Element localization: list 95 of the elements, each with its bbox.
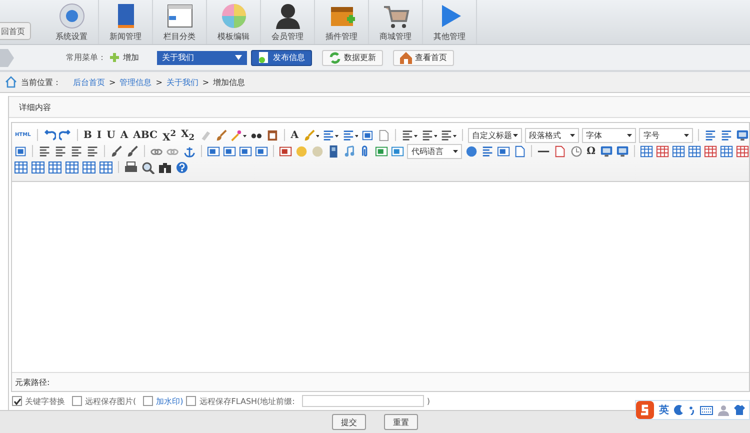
breadcrumb-link[interactable]: 关于我们 xyxy=(166,76,198,88)
caret-icon xyxy=(453,150,458,152)
nav-item[interactable]: 插件管理 xyxy=(315,0,369,44)
checkbox[interactable] xyxy=(186,396,196,406)
format-button[interactable]: ABC xyxy=(132,128,158,142)
format-button[interactable]: A xyxy=(290,128,300,142)
option-label: 远程保存FLASH(地址前缀: xyxy=(199,396,295,406)
table-icon[interactable] xyxy=(31,160,45,174)
option-label: 远程保存图片( xyxy=(85,396,136,406)
format-button[interactable]: A xyxy=(119,128,130,142)
toolbar-dropdown[interactable]: 代码语言 xyxy=(407,144,462,158)
caret-icon xyxy=(684,134,690,136)
ordered-list-icon[interactable] xyxy=(322,128,339,142)
preview-icon[interactable] xyxy=(141,160,155,174)
nav-item[interactable]: 新闻管理 xyxy=(99,0,153,44)
punctuation-icon[interactable] xyxy=(689,406,695,414)
view-home-button[interactable]: 查看首页 xyxy=(393,50,454,66)
arrow-tab-icon xyxy=(0,48,14,66)
shirt-icon[interactable] xyxy=(734,405,745,415)
breadcrumb-separator: > xyxy=(202,78,210,86)
undo-icon[interactable] xyxy=(42,128,56,142)
document-icon xyxy=(258,52,270,64)
breadcrumb-label: 当前位置： xyxy=(21,76,61,88)
element-path-label: 元素路径: xyxy=(15,376,50,388)
panel-title: 详细内容 xyxy=(19,102,51,112)
nav-item[interactable]: 会员管理 xyxy=(261,0,315,44)
wand-icon[interactable] xyxy=(230,128,248,142)
table-icon[interactable] xyxy=(48,160,62,174)
checkbox[interactable] xyxy=(12,396,22,406)
menu-select[interactable]: 关于我们 xyxy=(157,50,247,64)
reset-button[interactable]: 重置 xyxy=(384,414,418,430)
table-icon[interactable] xyxy=(14,160,28,174)
keyboard-icon[interactable] xyxy=(700,406,713,414)
toolbar-dropdown[interactable]: 字号 xyxy=(639,128,694,142)
nav-item[interactable]: 其他管理 xyxy=(423,0,477,44)
caret-icon xyxy=(235,55,242,60)
redo-icon[interactable] xyxy=(58,128,72,142)
option-label: 关键字替换 xyxy=(25,396,65,406)
format-button[interactable]: X$_{2}$ xyxy=(180,128,196,142)
clock-icon[interactable] xyxy=(570,144,583,158)
anchor-icon[interactable] xyxy=(182,144,196,158)
toolbar-dropdown[interactable]: 自定义标题 xyxy=(468,128,522,142)
breadcrumb-current: 增加信息 xyxy=(213,76,246,88)
print-icon[interactable] xyxy=(124,160,138,174)
table-icon[interactable] xyxy=(82,160,96,174)
ime-logo-icon[interactable] xyxy=(636,401,654,419)
home-icon xyxy=(5,76,17,88)
table-icon[interactable] xyxy=(65,160,79,174)
table-icon[interactable] xyxy=(99,160,113,174)
nav-item[interactable]: 模板编辑 xyxy=(207,0,261,44)
ime-language-toggle[interactable]: 英 xyxy=(659,403,669,417)
caret-icon xyxy=(513,134,518,136)
breadcrumb-link[interactable]: 管理信息 xyxy=(120,76,152,88)
toolbar-dropdown[interactable]: 段落格式 xyxy=(525,128,580,142)
nav-item[interactable]: 系统设置 xyxy=(45,0,99,44)
format-button[interactable]: U xyxy=(106,128,116,142)
checkbox[interactable] xyxy=(72,396,82,406)
add-link[interactable]: 增加 xyxy=(123,52,139,63)
toolbar-dropdown[interactable]: 字体 xyxy=(582,128,636,142)
caret-icon xyxy=(570,134,576,136)
house-icon xyxy=(400,52,412,64)
align-center-icon[interactable] xyxy=(54,144,68,158)
option-label: ) xyxy=(426,396,430,406)
nav-item[interactable]: 商城管理 xyxy=(369,0,423,44)
refresh-icon xyxy=(329,52,341,64)
option-link[interactable]: 加水印) xyxy=(156,396,184,406)
format-button[interactable]: X$^{2}$ xyxy=(161,128,178,142)
binoculars-icon[interactable] xyxy=(158,160,172,174)
format-button[interactable]: I xyxy=(96,128,103,142)
update-button[interactable]: 数据更新 xyxy=(322,50,383,66)
justify-icon[interactable] xyxy=(86,144,100,158)
nav-item[interactable]: 栏目分类 xyxy=(153,0,207,44)
checkbox[interactable] xyxy=(143,396,154,406)
align-right-icon[interactable] xyxy=(70,144,84,158)
monitor-icon[interactable] xyxy=(736,128,750,142)
caret-icon xyxy=(627,134,632,136)
page-icon[interactable] xyxy=(377,128,390,142)
music-icon[interactable] xyxy=(343,144,356,158)
publish-button[interactable]: 发布信息 xyxy=(251,50,312,66)
breadcrumb-link[interactable]: 后台首页 xyxy=(73,76,105,88)
breadcrumb-separator: > xyxy=(109,78,116,86)
format-button[interactable]: B xyxy=(82,128,93,142)
help-icon[interactable] xyxy=(175,160,189,174)
back-home-button[interactable]: 回首页 xyxy=(0,22,31,40)
format-button[interactable]: Ω xyxy=(586,144,596,158)
unordered-list-icon[interactable] xyxy=(342,128,358,142)
quick-menu-label: 常用菜单： xyxy=(66,52,106,63)
table-icon[interactable] xyxy=(640,144,653,158)
breadcrumb-separator: > xyxy=(156,78,162,86)
input-field[interactable] xyxy=(302,395,424,407)
submit-button[interactable]: 提交 xyxy=(332,414,366,430)
plus-icon xyxy=(110,53,119,62)
brush-icon[interactable] xyxy=(214,128,228,142)
align-left-icon[interactable] xyxy=(38,144,52,158)
moon-icon[interactable] xyxy=(674,405,684,415)
